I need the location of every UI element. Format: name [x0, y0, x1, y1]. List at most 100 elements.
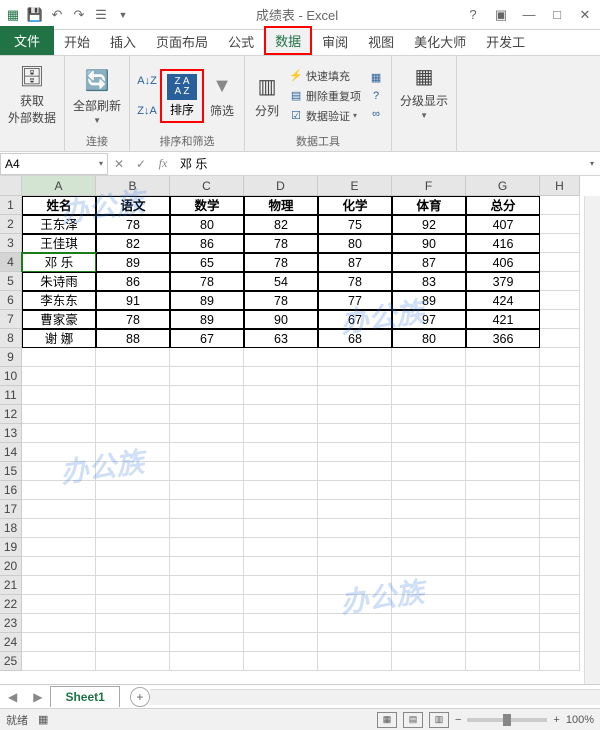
cell[interactable]: [96, 614, 170, 633]
cell[interactable]: 65: [170, 253, 244, 272]
cell[interactable]: [392, 652, 466, 671]
cell[interactable]: [540, 234, 580, 253]
cell[interactable]: 78: [318, 272, 392, 291]
cell[interactable]: [540, 215, 580, 234]
cell[interactable]: [466, 595, 540, 614]
cell[interactable]: [22, 386, 96, 405]
cell[interactable]: [540, 538, 580, 557]
row-header[interactable]: 24: [0, 633, 22, 652]
cell[interactable]: 86: [96, 272, 170, 291]
col-header[interactable]: H: [540, 176, 580, 196]
cell[interactable]: [244, 462, 318, 481]
cell[interactable]: [22, 595, 96, 614]
cell[interactable]: 366: [466, 329, 540, 348]
col-header[interactable]: A: [22, 176, 96, 196]
row-header[interactable]: 22: [0, 595, 22, 614]
redo-icon[interactable]: ↷: [70, 6, 88, 24]
cell[interactable]: 68: [318, 329, 392, 348]
cell[interactable]: [22, 633, 96, 652]
cell[interactable]: [392, 386, 466, 405]
cell[interactable]: [244, 386, 318, 405]
cell[interactable]: [22, 443, 96, 462]
row-header[interactable]: 10: [0, 367, 22, 386]
cell[interactable]: [466, 481, 540, 500]
cell[interactable]: [540, 386, 580, 405]
cell[interactable]: [22, 424, 96, 443]
col-header[interactable]: F: [392, 176, 466, 196]
cell[interactable]: 83: [392, 272, 466, 291]
cell[interactable]: [540, 253, 580, 272]
flash-fill-button[interactable]: ⚡快速填充: [287, 67, 363, 85]
get-external-data-button[interactable]: 🗄 获取 外部数据: [6, 60, 58, 128]
cell[interactable]: 421: [466, 310, 540, 329]
cell[interactable]: 88: [96, 329, 170, 348]
sort-asc-button[interactable]: A↓Z: [136, 67, 158, 95]
row-header[interactable]: 17: [0, 500, 22, 519]
cell[interactable]: [22, 652, 96, 671]
cell[interactable]: 78: [96, 310, 170, 329]
cell[interactable]: [22, 519, 96, 538]
touch-icon[interactable]: ☰: [92, 6, 110, 24]
cell[interactable]: 体育: [392, 196, 466, 215]
cell[interactable]: [540, 405, 580, 424]
cell[interactable]: [392, 481, 466, 500]
row-header[interactable]: 18: [0, 519, 22, 538]
cell[interactable]: 化学: [318, 196, 392, 215]
cell[interactable]: 王东泽: [22, 215, 96, 234]
relations-button[interactable]: ∞: [367, 106, 385, 122]
cell[interactable]: 89: [170, 310, 244, 329]
vertical-scrollbar[interactable]: [584, 196, 600, 684]
cell[interactable]: [540, 367, 580, 386]
cell[interactable]: [170, 405, 244, 424]
horizontal-scrollbar[interactable]: [150, 689, 600, 705]
cell[interactable]: [318, 595, 392, 614]
cell[interactable]: [96, 557, 170, 576]
cell[interactable]: [540, 576, 580, 595]
cell[interactable]: [392, 557, 466, 576]
cell[interactable]: [466, 424, 540, 443]
cell[interactable]: [540, 196, 580, 215]
cell[interactable]: [170, 367, 244, 386]
fx-icon[interactable]: fx: [152, 156, 174, 171]
cell[interactable]: [22, 481, 96, 500]
filter-button[interactable]: ▼ 筛选: [206, 70, 238, 121]
cell[interactable]: 谢 娜: [22, 329, 96, 348]
expand-formula-icon[interactable]: ▾: [584, 159, 600, 168]
what-if-button[interactable]: ?: [367, 88, 385, 104]
col-header[interactable]: E: [318, 176, 392, 196]
tab-data[interactable]: 数据: [264, 26, 312, 55]
cell[interactable]: 82: [244, 215, 318, 234]
cell[interactable]: [318, 557, 392, 576]
cell[interactable]: 416: [466, 234, 540, 253]
cell[interactable]: [318, 576, 392, 595]
cell[interactable]: [392, 519, 466, 538]
cell[interactable]: [540, 329, 580, 348]
cell[interactable]: [244, 633, 318, 652]
cell[interactable]: [466, 386, 540, 405]
cell[interactable]: [244, 519, 318, 538]
cell[interactable]: [96, 633, 170, 652]
cell[interactable]: [540, 462, 580, 481]
cell[interactable]: [392, 614, 466, 633]
add-sheet-button[interactable]: +: [130, 687, 150, 707]
cell[interactable]: 67: [170, 329, 244, 348]
cell[interactable]: [466, 443, 540, 462]
qat-more-icon[interactable]: ▼: [114, 6, 132, 24]
cell[interactable]: 54: [244, 272, 318, 291]
cell[interactable]: [170, 576, 244, 595]
tab-home[interactable]: 开始: [54, 28, 100, 55]
cell[interactable]: [96, 424, 170, 443]
row-header[interactable]: 16: [0, 481, 22, 500]
cell[interactable]: [466, 538, 540, 557]
cell[interactable]: [540, 557, 580, 576]
cell[interactable]: 97: [392, 310, 466, 329]
cell[interactable]: [466, 367, 540, 386]
tab-review[interactable]: 审阅: [312, 28, 358, 55]
name-box[interactable]: A4 ▾: [0, 153, 108, 175]
save-icon[interactable]: 💾: [26, 6, 44, 24]
cell[interactable]: [540, 310, 580, 329]
cell[interactable]: [170, 348, 244, 367]
cell[interactable]: [244, 595, 318, 614]
data-validation-button[interactable]: ☑数据验证 ▾: [287, 107, 363, 125]
cell[interactable]: [96, 367, 170, 386]
